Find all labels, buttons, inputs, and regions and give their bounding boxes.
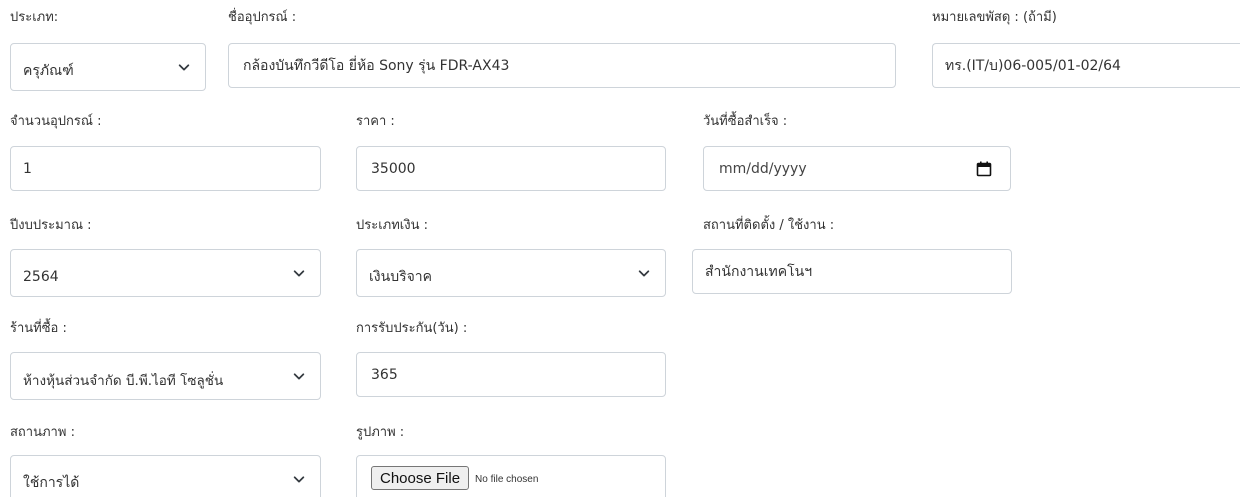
choose-file-button[interactable]: Choose File (371, 466, 470, 490)
price-value: 35000 (371, 160, 416, 177)
store-select[interactable]: ห้างหุ้นส่วนจำกัด บี.พี.ไอที โซลูชั่น (10, 352, 321, 400)
budget-year-select[interactable]: 2564 (10, 249, 321, 297)
chevron-down-icon (178, 64, 190, 71)
budget-year-label: ปีงบประมาณ : (10, 218, 92, 233)
purchase-date-placeholder: mm/dd/yyyy (719, 160, 807, 177)
warranty-value: 365 (371, 366, 398, 383)
chevron-down-icon (293, 373, 305, 380)
file-status-text: No file chosen (475, 474, 539, 485)
calendar-icon[interactable] (976, 161, 992, 177)
location-input[interactable]: สำนักงานเทคโนฯ (692, 249, 1012, 294)
status-select[interactable]: ใช้การได้ (10, 455, 321, 497)
quantity-value: 1 (23, 160, 32, 177)
parcel-number-input[interactable]: ทร.(IT/บ)06-005/01-02/64 (932, 43, 1240, 88)
warranty-label: การรับประกัน(วัน) : (356, 321, 468, 336)
type-label: ประเภท: (10, 10, 59, 25)
price-label: ราคา : (356, 114, 395, 129)
parcel-number-value: ทร.(IT/บ)06-005/01-02/64 (945, 57, 1121, 74)
image-file-input[interactable]: Choose File No file chosen (356, 455, 666, 497)
chevron-down-icon (293, 476, 305, 483)
chevron-down-icon (293, 270, 305, 277)
parcel-number-label: หมายเลขพัสดุ : (ถ้ามี) (932, 10, 1057, 25)
device-name-value: กล้องบันทึกวีดีโอ ยี่ห้อ Sony รุ่น FDR-A… (243, 57, 510, 74)
status-label: สถานภาพ : (10, 425, 75, 440)
location-value: สำนักงานเทคโนฯ (705, 263, 813, 280)
equipment-form: ประเภท: ครุภัณฑ์ ชื่ออุปกรณ์ : กล้องบันท… (0, 0, 1240, 497)
store-label: ร้านที่ซื้อ : (10, 321, 67, 336)
purchase-date-label: วันที่ซื้อสำเร็จ : (703, 114, 788, 129)
device-name-input[interactable]: กล้องบันทึกวีดีโอ ยี่ห้อ Sony รุ่น FDR-A… (228, 43, 896, 88)
money-type-select[interactable]: เงินบริจาค (356, 249, 666, 297)
status-value: ใช้การได้ (23, 475, 80, 491)
money-type-value: เงินบริจาค (369, 269, 433, 285)
price-input[interactable]: 35000 (356, 146, 666, 191)
location-label: สถานที่ติดตั้ง / ใช้งาน : (703, 218, 835, 233)
type-select[interactable]: ครุภัณฑ์ (10, 43, 206, 91)
image-label: รูปภาพ : (356, 425, 405, 440)
budget-year-value: 2564 (23, 269, 59, 285)
type-select-value: ครุภัณฑ์ (23, 63, 74, 79)
device-name-label: ชื่ออุปกรณ์ : (228, 10, 297, 25)
money-type-label: ประเภทเงิน : (356, 218, 428, 233)
quantity-label: จำนวนอุปกรณ์ : (10, 114, 102, 129)
purchase-date-input[interactable]: mm/dd/yyyy (703, 146, 1011, 191)
quantity-input[interactable]: 1 (10, 146, 321, 191)
chevron-down-icon (638, 270, 650, 277)
store-value: ห้างหุ้นส่วนจำกัด บี.พี.ไอที โซลูชั่น (23, 373, 224, 389)
warranty-input[interactable]: 365 (356, 352, 666, 397)
